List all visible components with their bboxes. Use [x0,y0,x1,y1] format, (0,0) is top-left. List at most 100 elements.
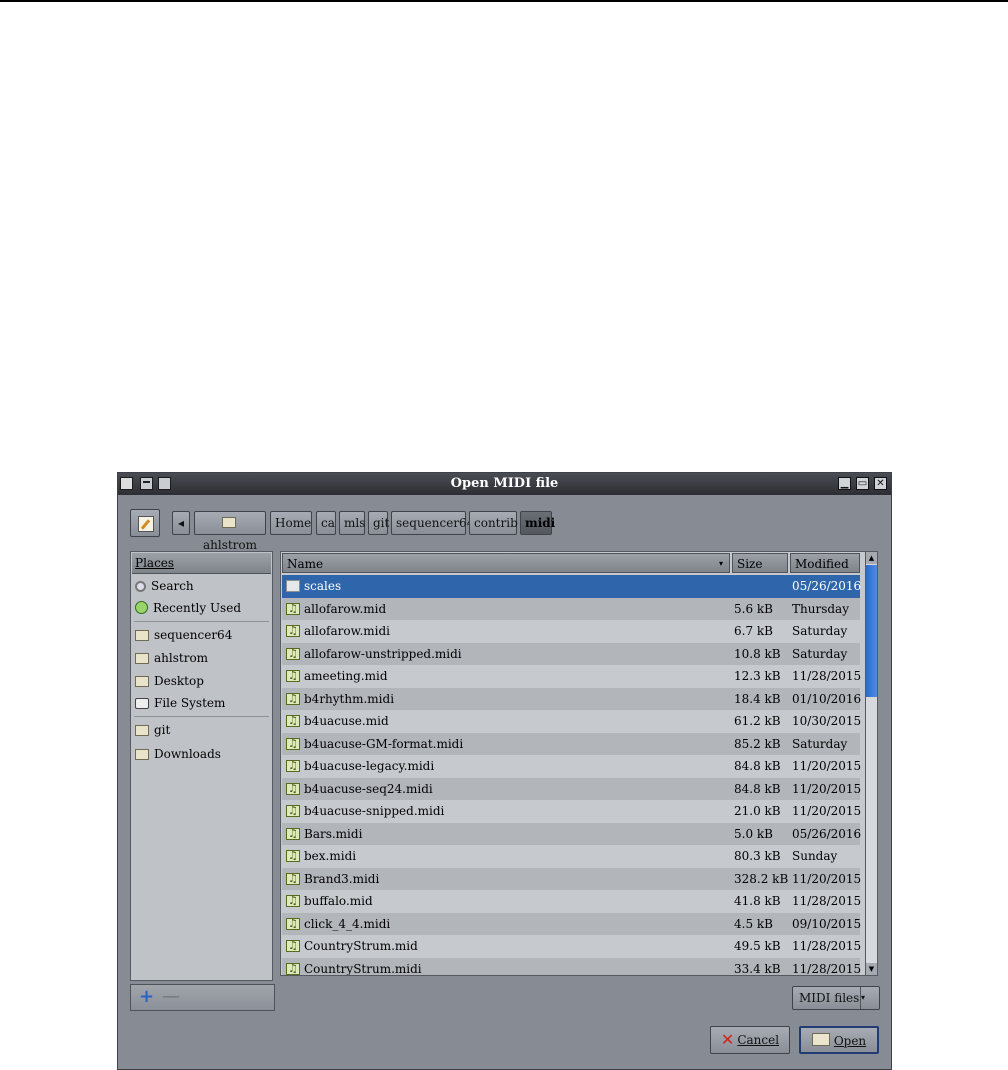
place-search[interactable]: Search [135,576,194,596]
filesystem-icon [135,698,149,709]
midi-file-icon [286,868,300,890]
file-name: allofarow-unstripped.midi [304,646,462,661]
titlebar[interactable]: Open MIDI file ▁ ▭ ✕ [118,473,891,495]
place-file-system[interactable]: File System [135,693,225,713]
file-name-cell: b4uacuse-snipped.midi [286,800,444,823]
place-git[interactable]: git [135,720,170,740]
file-size: 61.2 kB [734,714,781,728]
file-row[interactable]: allofarow-unstripped.midi 10.8 kB Saturday [282,642,860,665]
folder-icon [221,517,236,528]
close-icon[interactable]: ✕ [874,477,887,490]
column-header-modified[interactable]: Modified [790,553,860,573]
place-recently-used[interactable]: Recently Used [135,598,241,618]
file-modified: Saturday [792,624,848,638]
place-ahlstrom[interactable]: ahlstrom [135,648,208,668]
file-modified: 10/30/2015 [792,714,862,728]
midi-file-icon [286,958,300,975]
places-actions: + — [130,984,275,1011]
folder-icon [286,580,300,592]
crumb-label: mls [344,516,366,530]
file-row[interactable]: buffalo.mid 41.8 kB 11/28/2015 [282,890,861,913]
scroll-up-icon[interactable]: ▲ [866,552,877,564]
file-row[interactable]: click_4_4.midi 4.5 kB 09/10/2015 [282,912,861,935]
file-size: 5.0 kB [734,826,773,841]
file-name-cell: allofarow.midi [286,620,390,643]
midi-file-icon [286,643,300,665]
scrollbar-thumb[interactable] [866,565,877,697]
file-name-cell: click_4_4.midi [286,913,390,935]
file-row[interactable]: CountryStrum.mid 49.5 kB 11/28/2015 [282,935,861,958]
midi-file-icon [286,688,300,710]
column-header-size[interactable]: Size [732,553,788,573]
file-size: 6.7 kB [734,624,773,638]
crumb-label: ahlstrom [202,538,258,552]
file-row[interactable]: allofarow.mid 5.6 kB Thursday [282,597,860,620]
path-crumb-contrib[interactable]: contrib [469,511,518,535]
file-row[interactable]: b4uacuse.mid 61.2 kB 10/30/2015 [282,710,862,733]
path-crumb-ca[interactable]: ca [316,511,336,535]
file-name-cell: b4uacuse-seq24.midi [286,778,433,800]
path-crumb-ahlstrom[interactable]: ahlstrom [194,511,266,552]
column-header-name[interactable]: Name ▾ [282,553,730,573]
file-name: allofarow.midi [304,624,391,638]
type-location-button[interactable] [130,509,160,537]
remove-bookmark-icon[interactable]: — [162,988,180,1006]
file-name-cell: allofarow-unstripped.midi [286,643,462,665]
place-label: Downloads [154,747,221,761]
path-crumb-home[interactable]: Home [270,511,312,535]
file-row[interactable]: allofarow.midi 6.7 kB Saturday [282,620,860,643]
file-name: allofarow.mid [304,601,387,616]
file-size: 80.3 kB [734,849,781,863]
open-button[interactable]: Open [799,1026,879,1054]
file-row[interactable]: bex.midi 80.3 kB Sunday [282,845,860,868]
minimize-icon[interactable]: ▁ [838,477,851,490]
file-name: ameeting.mid [304,669,388,683]
place-desktop[interactable]: Desktop [135,671,204,691]
path-back-button[interactable]: ◂ [172,511,190,535]
midi-file-icon [286,913,300,935]
place-label: File System [154,696,226,710]
file-name: CountryStrum.midi [304,961,422,976]
file-type-filter[interactable]: MIDI files ▾ [792,986,880,1010]
place-downloads[interactable]: Downloads [135,744,221,764]
path-crumb-sequencer64[interactable]: sequencer64 [391,511,474,535]
file-name-cell: b4rhythm.midi [286,688,394,710]
places-header[interactable]: Places [132,553,271,574]
path-crumb-midi[interactable]: midi [520,511,556,535]
file-row[interactable]: b4uacuse-snipped.midi 21.0 kB 11/20/2015 [282,800,861,823]
file-row[interactable]: b4rhythm.midi 18.4 kB 01/10/2016 [282,687,861,710]
file-size: 5.6 kB [734,601,773,616]
crumb-label: midi [525,516,556,530]
folder-icon [135,653,149,664]
place-label: git [154,723,171,737]
maximize-icon[interactable]: ▭ [856,477,869,490]
file-row[interactable]: b4uacuse-legacy.midi 84.8 kB 11/20/2015 [282,755,861,778]
column-label: Name [287,557,324,571]
file-name: CountryStrum.mid [304,939,418,953]
file-row[interactable]: b4uacuse-GM-format.midi 85.2 kB Saturday [282,732,860,755]
places-panel: Places Search Recently Used sequencer64 … [130,551,273,981]
add-bookmark-icon[interactable]: + [139,988,154,1006]
file-list-scrollbar[interactable]: ▲ ▼ [865,551,878,976]
file-row[interactable]: ameeting.mid 12.3 kB 11/28/2015 [282,665,861,688]
cancel-button[interactable]: ✕ Cancel [710,1026,790,1054]
path-crumb-mls[interactable]: mls [339,511,365,535]
path-crumb-git[interactable]: git [368,511,389,535]
file-row[interactable]: b4uacuse-seq24.midi 84.8 kB 11/20/2015 [282,777,862,800]
sort-down-icon: ▾ [718,559,723,568]
file-name-cell: ameeting.mid [286,665,388,688]
dialog-title: Open MIDI file [450,476,559,491]
file-name-cell: scales [286,575,341,598]
file-row[interactable]: CountryStrum.midi 33.4 kB 11/28/2015 [282,957,861,976]
file-list: Name ▾ Size Modified scales 05/26/2016 all… [280,551,878,976]
midi-file-icon [286,710,300,733]
file-modified: 05/26/2016 [792,579,862,593]
search-icon [135,581,146,592]
file-row[interactable]: Brand3.midi 328.2 kB11/20/2015 [282,867,861,890]
file-size: 10.8 kB [734,646,781,661]
file-row[interactable]: Bars.midi 5.0 kB 05/26/2016 [282,822,861,845]
file-modified: 11/20/2015 [792,781,862,796]
place-sequencer64[interactable]: sequencer64 [135,625,232,645]
file-row[interactable]: scales 05/26/2016 [282,575,862,598]
scroll-down-icon[interactable]: ▼ [866,963,877,975]
